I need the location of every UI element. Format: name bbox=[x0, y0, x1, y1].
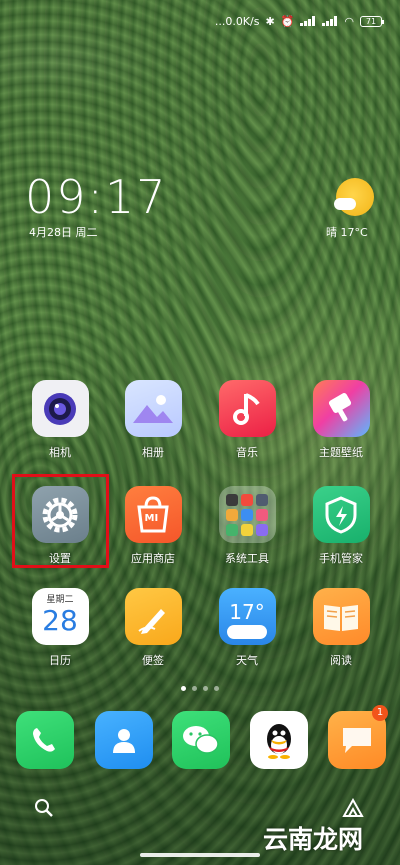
dock-phone[interactable] bbox=[16, 711, 74, 769]
notification-badge: 1 bbox=[372, 705, 388, 721]
watermark: 云南龙网 bbox=[263, 825, 364, 854]
app-label: 系统工具 bbox=[225, 552, 269, 565]
page-indicator[interactable] bbox=[0, 686, 400, 691]
dock-qq[interactable] bbox=[250, 711, 308, 769]
app-store[interactable]: MI 应用商店 bbox=[118, 486, 188, 566]
app-label: 主题壁纸 bbox=[319, 446, 363, 459]
calendar-icon: 星期二 28 bbox=[31, 588, 89, 645]
app-label: 天气 bbox=[236, 654, 258, 667]
weather-text: 晴 17°C bbox=[326, 226, 368, 239]
security-icon bbox=[312, 486, 370, 543]
gallery-icon bbox=[124, 380, 182, 437]
app-music[interactable]: 音乐 bbox=[212, 380, 282, 460]
status-bar: ...0.0K/s ✱ ⏰ ◠ 71 bbox=[0, 10, 400, 32]
app-security[interactable]: 手机管家 bbox=[306, 486, 376, 566]
clock-time[interactable]: 09:17 bbox=[25, 170, 168, 224]
page-dot[interactable] bbox=[192, 686, 197, 691]
wifi-icon: ◠ bbox=[344, 14, 354, 28]
app-label: 相机 bbox=[49, 446, 71, 459]
phone-icon bbox=[33, 728, 55, 752]
wechat-icon bbox=[183, 726, 219, 754]
contacts-icon bbox=[113, 729, 135, 753]
app-label: 应用商店 bbox=[131, 552, 175, 565]
app-calendar[interactable]: 星期二 28 日历 bbox=[25, 588, 95, 668]
dock-wechat[interactable] bbox=[172, 711, 230, 769]
app-camera[interactable]: 相机 bbox=[25, 380, 95, 460]
app-label: 相册 bbox=[142, 446, 164, 459]
battery-icon: 71 bbox=[360, 15, 384, 27]
app-label: 音乐 bbox=[236, 446, 258, 459]
tools-folder-icon bbox=[218, 486, 276, 543]
search-icon[interactable] bbox=[34, 798, 54, 818]
themes-icon bbox=[312, 380, 370, 437]
signal-icon bbox=[300, 16, 316, 26]
music-icon bbox=[218, 380, 276, 437]
home-indicator[interactable] bbox=[140, 853, 260, 857]
dock-contacts[interactable] bbox=[95, 711, 153, 769]
app-themes[interactable]: 主题壁纸 bbox=[306, 380, 376, 460]
mi-logo-text: MI bbox=[144, 513, 159, 524]
alarm-icon: ⏰ bbox=[280, 14, 295, 28]
calendar-day: 28 bbox=[42, 604, 78, 637]
app-weather[interactable]: 17° 天气 bbox=[212, 588, 282, 668]
notes-icon bbox=[124, 588, 182, 645]
app-store-icon: MI bbox=[124, 486, 182, 543]
app-label: 日历 bbox=[49, 654, 71, 667]
messages-icon bbox=[343, 728, 371, 753]
app-notes[interactable]: 便签 bbox=[118, 588, 188, 668]
app-gallery[interactable]: 相册 bbox=[118, 380, 188, 460]
network-speed: ...0.0K/s bbox=[214, 14, 260, 28]
highlight-box bbox=[12, 474, 109, 568]
camera-icon bbox=[31, 380, 89, 437]
signal-icon-2 bbox=[322, 16, 338, 26]
sun-cloud-icon[interactable] bbox=[334, 178, 374, 216]
page-dot[interactable] bbox=[181, 686, 186, 691]
weather-app-icon: 17° bbox=[218, 588, 276, 645]
clock-date: 4月28日 周二 bbox=[29, 226, 98, 239]
qq-icon bbox=[267, 724, 291, 759]
assistant-icon[interactable] bbox=[342, 798, 364, 818]
page-dot[interactable] bbox=[203, 686, 208, 691]
books-icon bbox=[312, 588, 370, 645]
app-tools-folder[interactable]: 系统工具 bbox=[212, 486, 282, 566]
page-dot[interactable] bbox=[214, 686, 219, 691]
app-label: 阅读 bbox=[330, 654, 352, 667]
app-label: 便签 bbox=[142, 654, 164, 667]
bluetooth-icon: ✱ bbox=[265, 14, 275, 28]
weather-app-temp: 17° bbox=[229, 599, 265, 624]
app-books[interactable]: 阅读 bbox=[306, 588, 376, 668]
app-label: 手机管家 bbox=[319, 552, 363, 565]
